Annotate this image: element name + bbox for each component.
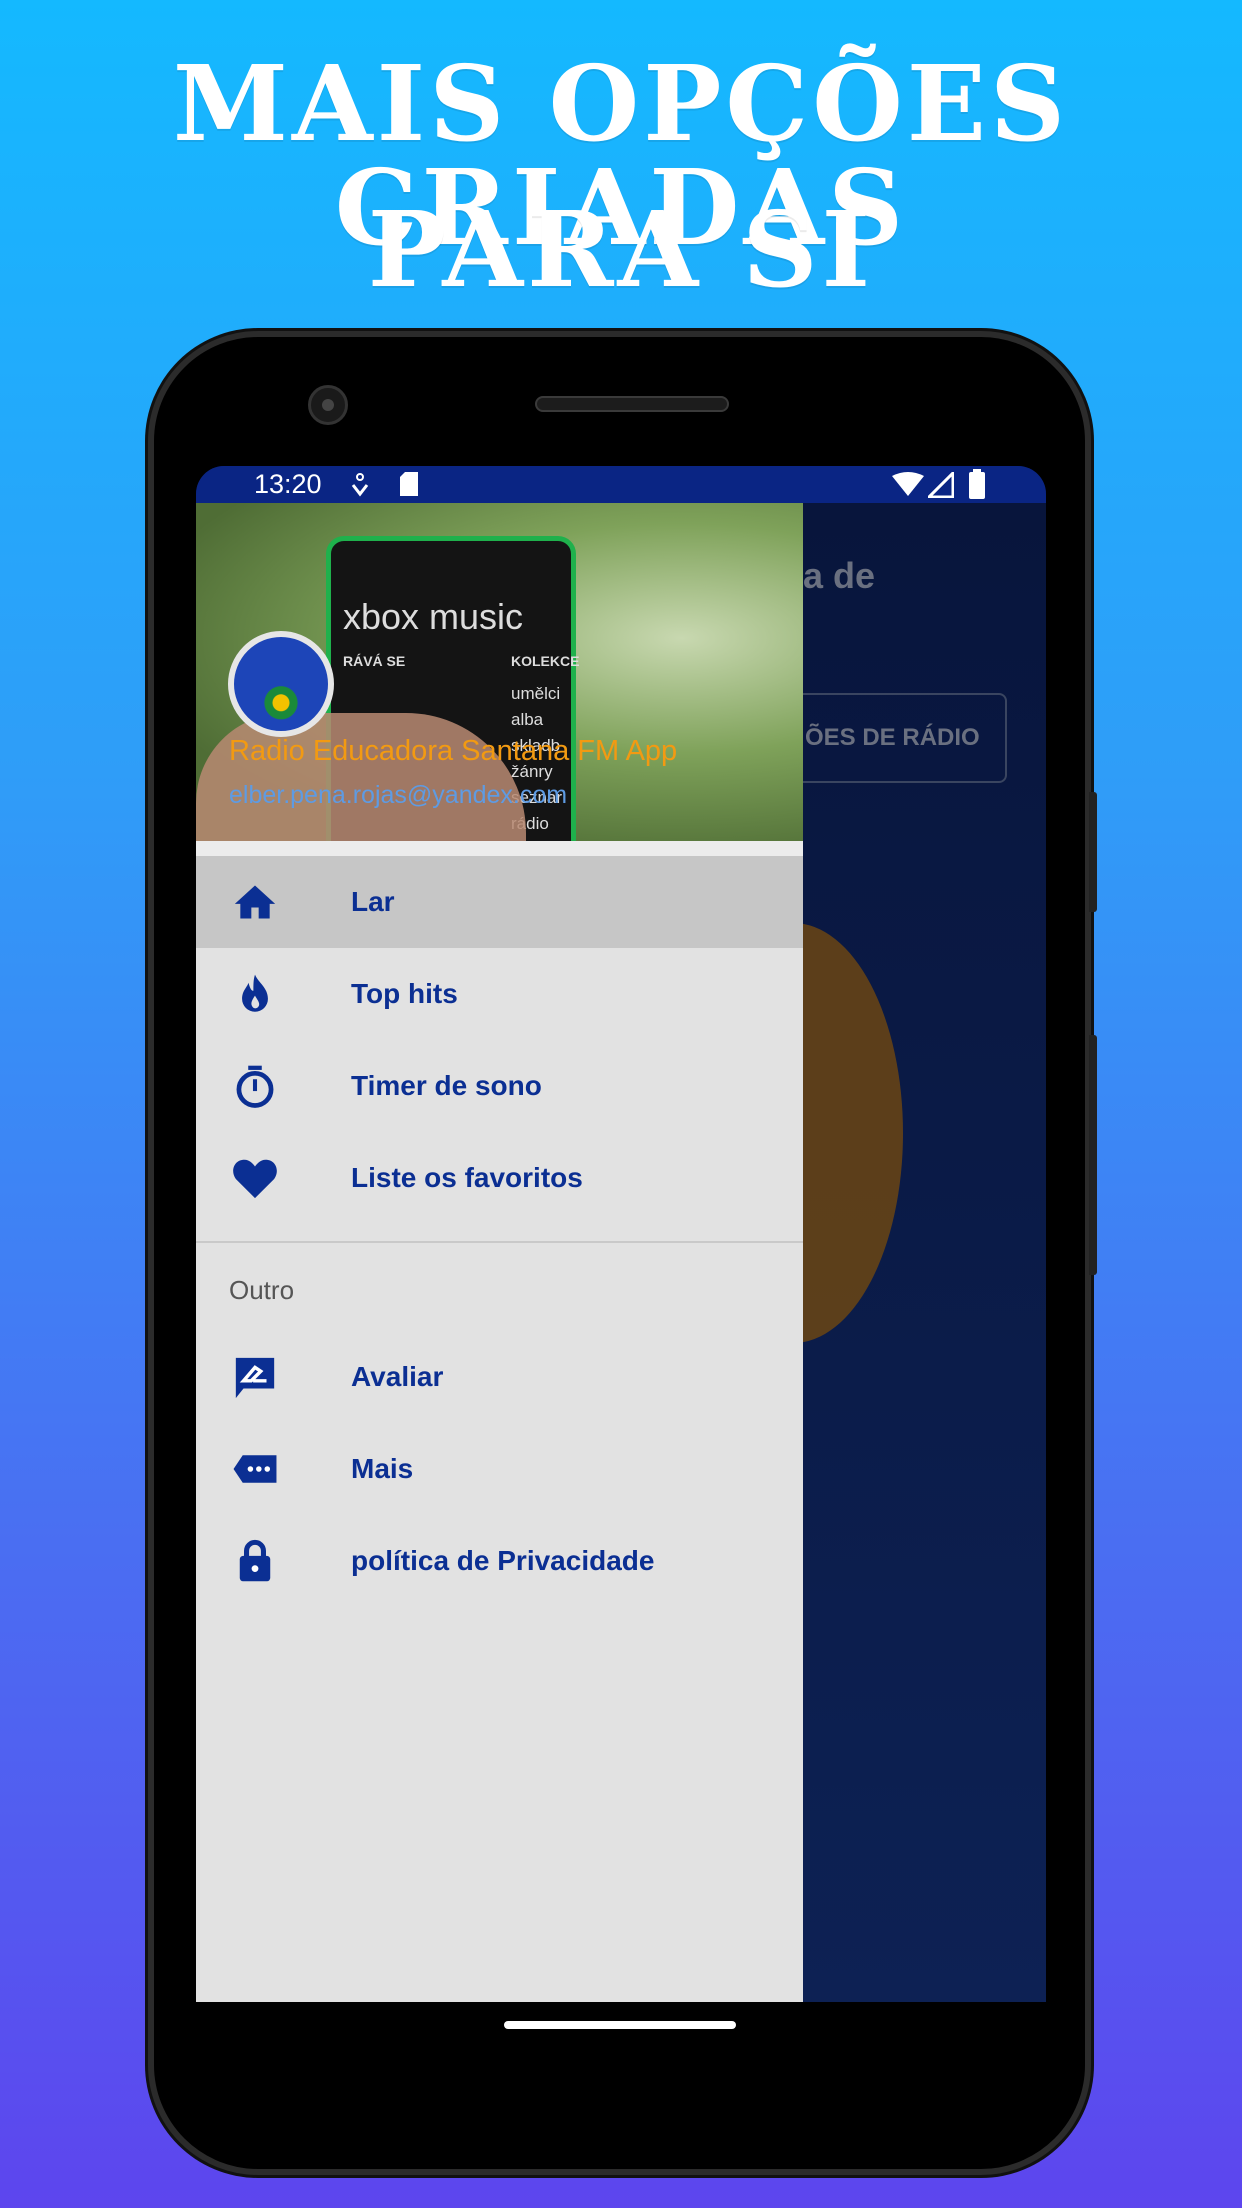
- lock-icon: [232, 1538, 278, 1584]
- header-image-item: umělci: [511, 684, 561, 703]
- drawer-header: xbox music RÁVÁ SE KOLEKCE umělci alba s…: [196, 503, 803, 841]
- drawer-divider: [196, 1241, 803, 1243]
- drawer-item-top-hits[interactable]: Top hits: [196, 948, 803, 1040]
- power-button: [1089, 792, 1097, 912]
- main-content-dimmed: a de ÕES DE RÁDIO: [683, 503, 1046, 2002]
- drawer-item-privacy-policy[interactable]: política de Privacidade: [196, 1515, 803, 1607]
- header-image-col: KOLEKCE: [511, 653, 580, 669]
- drawer-item-sleep-timer[interactable]: Timer de sono: [196, 1040, 803, 1132]
- sd-card-icon: [400, 472, 418, 496]
- user-email: elber.pena.rojas@yandex.com: [229, 781, 568, 809]
- header-image-item: alba: [511, 710, 544, 729]
- drawer-item-label: Avaliar: [351, 1361, 444, 1392]
- download-icon: [351, 473, 369, 497]
- header-image-col: RÁVÁ SE: [343, 653, 406, 669]
- drawer-item-label: Timer de sono: [351, 1070, 542, 1101]
- speaker-grille: [535, 396, 729, 412]
- fire-icon: [232, 971, 278, 1017]
- main-heading-fragment: a de: [803, 555, 876, 596]
- drawer-item-more[interactable]: Mais: [196, 1423, 803, 1515]
- volume-button: [1089, 1035, 1097, 1275]
- drawer-item-favorites[interactable]: Liste os favoritos: [196, 1132, 803, 1224]
- drawer-item-label: Top hits: [351, 978, 458, 1009]
- home-indicator[interactable]: [504, 2021, 736, 2029]
- section-label-other: Outro: [229, 1275, 295, 1305]
- drawer-item-home[interactable]: Lar: [196, 856, 803, 948]
- header-image-text: xbox music: [343, 596, 524, 637]
- header-separator: [196, 841, 803, 856]
- navigation-drawer: xbox music RÁVÁ SE KOLEKCE umělci alba s…: [196, 503, 803, 2002]
- drawer-item-label: Mais: [351, 1453, 414, 1484]
- home-icon: [232, 879, 278, 925]
- drawer-item-rate[interactable]: Avaliar: [196, 1331, 803, 1423]
- drawer-item-label: política de Privacidade: [351, 1545, 655, 1576]
- timer-icon: [232, 1063, 278, 1109]
- heart-icon: [232, 1155, 278, 1201]
- app-name: Radio Educadora Santana FM App: [229, 735, 678, 767]
- drawer-item-label: Liste os favoritos: [351, 1162, 583, 1193]
- wifi-icon: [892, 472, 924, 496]
- rate-review-icon: [232, 1354, 278, 1400]
- signal-icon: [928, 472, 954, 498]
- more-tag-icon: [232, 1446, 278, 1492]
- camera-icon: [308, 385, 348, 425]
- app-logo: [228, 631, 334, 737]
- drawer-item-label: Lar: [351, 886, 395, 917]
- battery-icon: [969, 469, 985, 499]
- screen: 13:20 a de ÕES DE RÁDIO xbox music RÁVÁ …: [196, 466, 1046, 2002]
- status-bar: 13:20: [196, 466, 1046, 503]
- status-time: 13:20: [254, 469, 322, 499]
- promo-title-line2: PARA SI: [367, 188, 875, 311]
